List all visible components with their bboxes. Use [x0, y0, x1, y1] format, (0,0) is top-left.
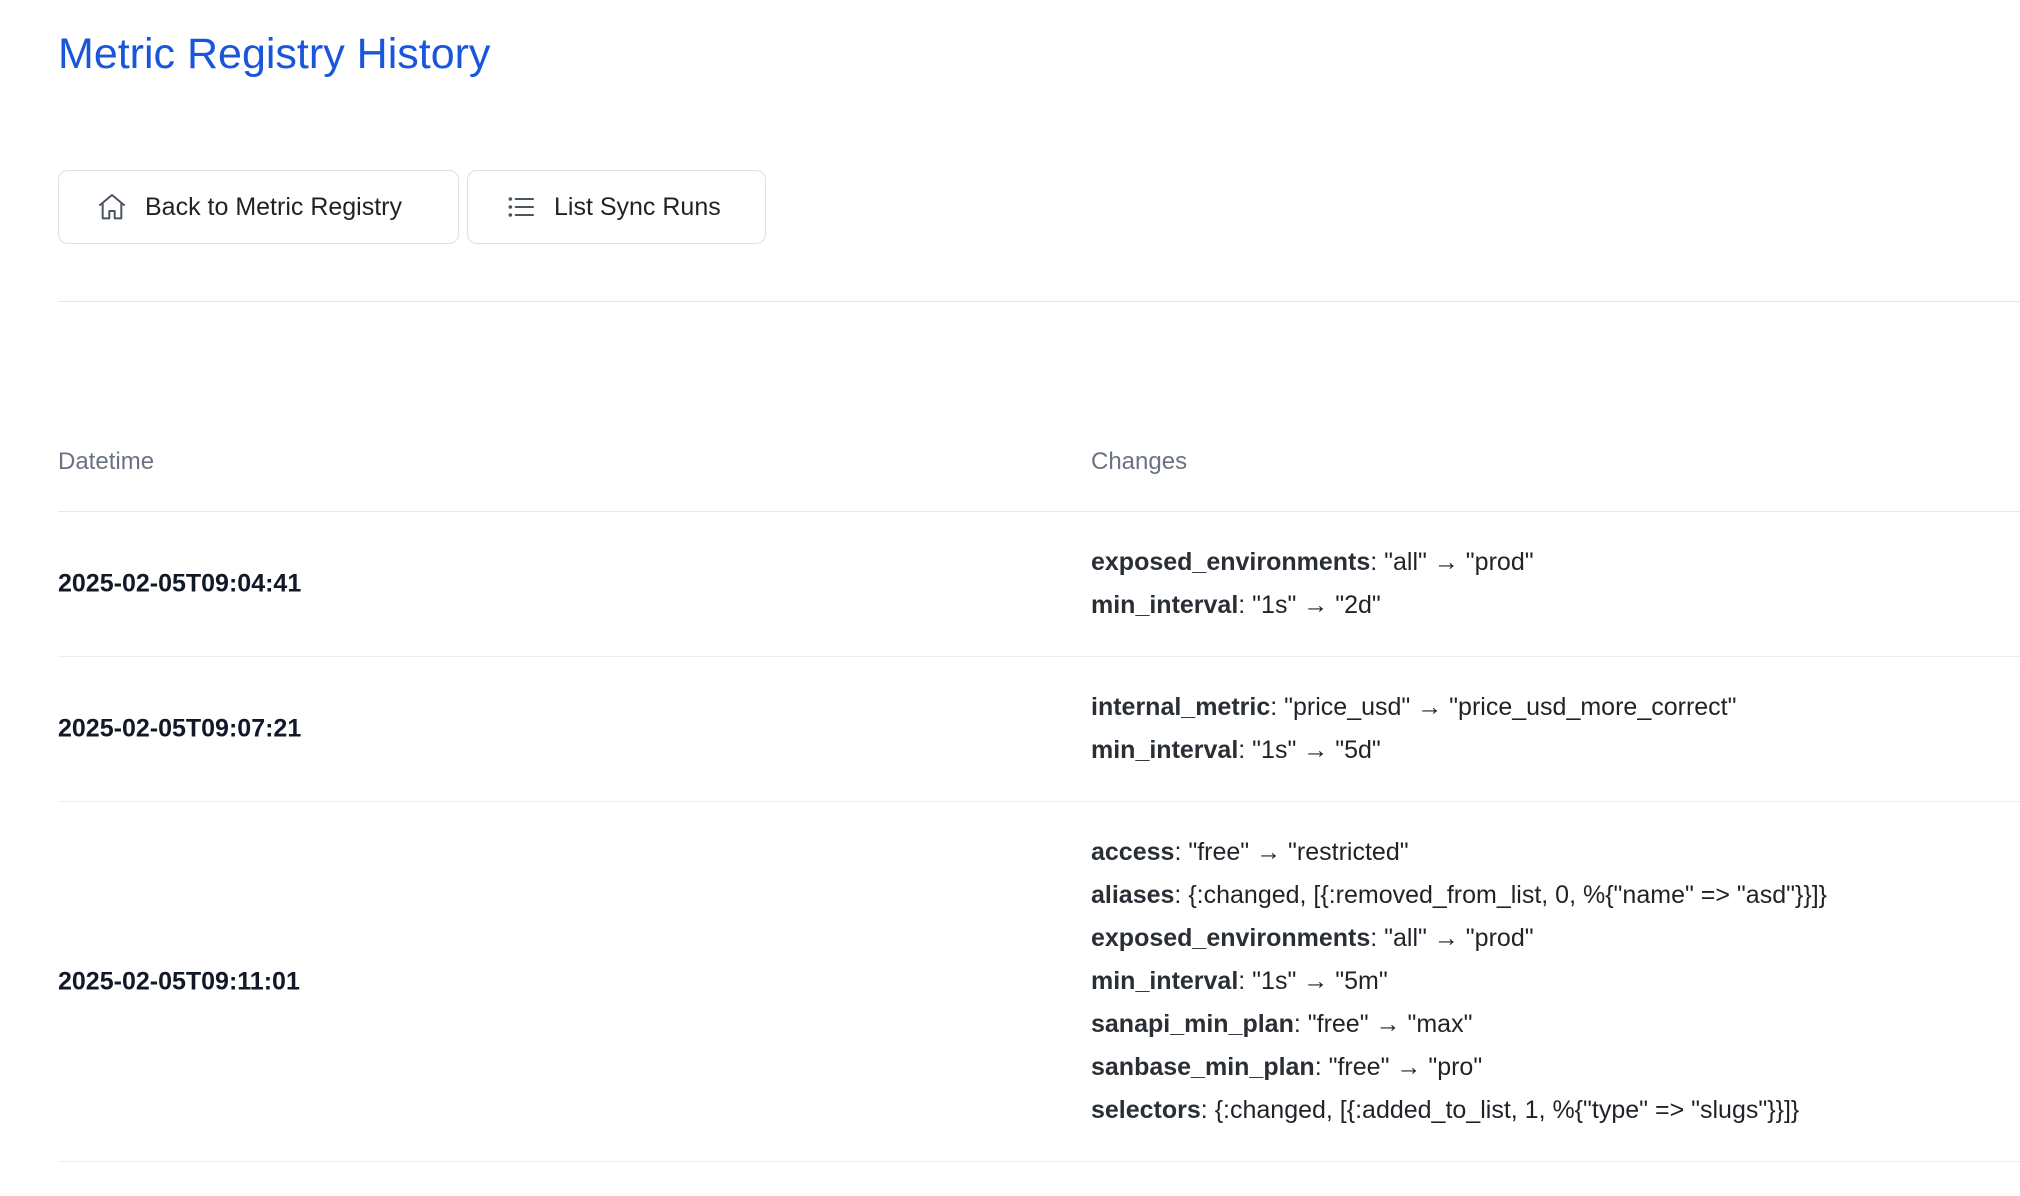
change-list: internal_metric: "price_usd" → "price_us… [1091, 686, 1737, 772]
change-field-value: : "all" → "prod" [1370, 548, 1534, 576]
change-field-name: sanbase_min_plan [1091, 1053, 1315, 1081]
change-item: min_interval: "1s" → "2d" [1091, 584, 1534, 627]
change-item: min_interval: "1s" → "5m" [1091, 960, 1827, 1003]
column-header-changes: Changes [1091, 448, 1188, 475]
change-item: aliases: {:changed, [{:removed_from_list… [1091, 874, 1827, 917]
change-field-name: min_interval [1091, 591, 1239, 619]
change-field-value: : "free" → "max" [1293, 1010, 1473, 1038]
change-field-name: min_interval [1091, 736, 1239, 764]
change-field-value: : "price_usd" → "price_usd_more_correct" [1270, 693, 1737, 721]
history-row: 2025-02-05T09:11:01 access: "free" → "re… [58, 802, 2020, 1162]
change-item: internal_metric: "price_usd" → "price_us… [1091, 686, 1737, 729]
change-item: selectors: {:changed, [{:added_to_list, … [1091, 1089, 1827, 1132]
list-sync-runs-button[interactable]: List Sync Runs [467, 170, 766, 244]
change-item: sanapi_min_plan: "free" → "max" [1091, 1003, 1827, 1046]
row-datetime: 2025-02-05T09:11:01 [58, 967, 300, 995]
change-field-name: aliases [1091, 881, 1175, 909]
change-item: min_interval: "1s" → "5d" [1091, 729, 1737, 772]
change-item: sanbase_min_plan: "free" → "pro" [1091, 1046, 1827, 1089]
change-field-name: access [1091, 838, 1175, 866]
change-field-value: : "1s" → "5m" [1238, 967, 1388, 995]
row-datetime: 2025-02-05T09:07:21 [58, 714, 302, 743]
change-field-name: exposed_environments [1091, 924, 1371, 952]
home-icon [95, 190, 129, 224]
column-header-datetime: Datetime [58, 448, 155, 475]
change-field-value: : "free" → "restricted" [1174, 838, 1409, 866]
change-field-value: : {:changed, [{:added_to_list, 1, %{"typ… [1200, 1096, 1800, 1124]
row-datetime: 2025-02-05T09:04:41 [58, 569, 302, 598]
change-field-value: : "free" → "pro" [1314, 1053, 1483, 1081]
history-table: Datetime Changes 2025-02-05T09:04:41 exp… [58, 420, 2020, 1162]
change-field-value: : {:changed, [{:removed_from_list, 0, %{… [1174, 881, 1827, 909]
change-list: exposed_environments: "all" → "prod" min… [1091, 541, 1534, 627]
list-icon [504, 190, 538, 224]
change-field-name: exposed_environments [1091, 548, 1371, 576]
history-row: 2025-02-05T09:07:21 internal_metric: "pr… [58, 657, 2020, 802]
change-field-value: : "1s" → "5d" [1238, 736, 1381, 764]
change-item: exposed_environments: "all" → "prod" [1091, 541, 1534, 584]
section-divider [58, 301, 2020, 302]
change-item: exposed_environments: "all" → "prod" [1091, 917, 1827, 960]
change-field-name: min_interval [1091, 967, 1239, 995]
change-field-value: : "all" → "prod" [1370, 924, 1534, 952]
page-title: Metric Registry History [58, 30, 491, 78]
change-item: access: "free" → "restricted" [1091, 831, 1827, 874]
back-to-registry-label: Back to Metric Registry [145, 192, 403, 221]
change-field-name: internal_metric [1091, 693, 1271, 721]
change-field-name: selectors [1091, 1096, 1201, 1124]
history-row: 2025-02-05T09:04:41 exposed_environments… [58, 512, 2020, 657]
change-field-value: : "1s" → "2d" [1238, 591, 1381, 619]
list-sync-runs-label: List Sync Runs [554, 192, 721, 221]
back-to-registry-button[interactable]: Back to Metric Registry [58, 170, 459, 244]
change-field-name: sanapi_min_plan [1091, 1010, 1294, 1038]
history-table-header: Datetime Changes [58, 420, 2020, 512]
toolbar: Back to Metric Registry List Sync Runs [58, 170, 766, 244]
change-list: access: "free" → "restricted" aliases: {… [1091, 831, 1827, 1132]
